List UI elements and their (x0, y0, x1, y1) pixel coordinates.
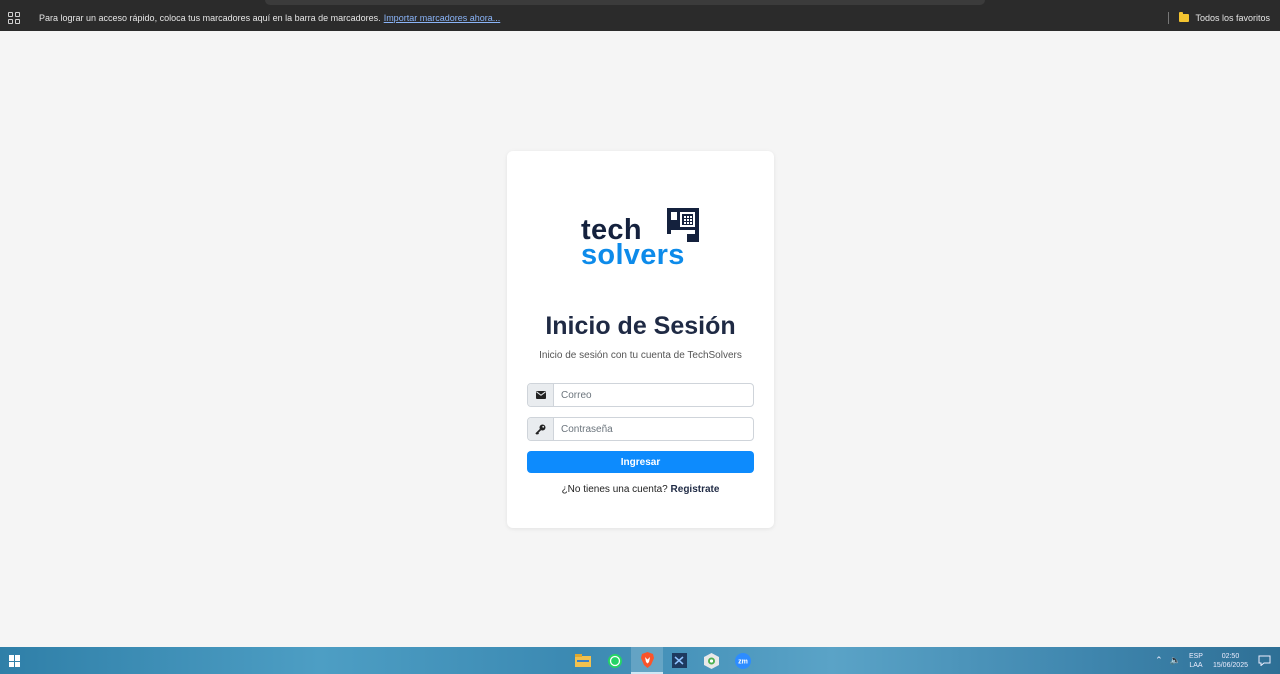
language-indicator[interactable]: ESP LAA (1189, 652, 1203, 670)
key-icon (535, 424, 546, 435)
bookmarks-bar: Para lograr un acceso rápido, coloca tus… (0, 6, 1280, 30)
notifications-icon[interactable] (1258, 655, 1271, 666)
email-addon (528, 384, 554, 406)
vscode-icon (671, 653, 687, 668)
chrome-dev-icon (703, 652, 719, 669)
techsolvers-logo: tech solvers (581, 208, 701, 271)
all-favorites-label: Todos los favoritos (1195, 13, 1270, 23)
logo-word-solvers: solvers (581, 239, 685, 271)
folder-icon (1179, 12, 1190, 22)
taskbar-apps: zm (567, 647, 759, 674)
taskbar-zoom[interactable]: zm (727, 647, 759, 674)
signup-prompt: ¿No tienes una cuenta? (561, 484, 668, 495)
address-bar-edge[interactable] (265, 0, 985, 5)
bookmarks-bar-message: Para lograr un acceso rápido, coloca tus… (39, 13, 501, 23)
import-bookmarks-link[interactable]: Importar marcadores ahora... (384, 13, 501, 23)
browser-chrome: Para lograr un acceso rápido, coloca tus… (0, 0, 1280, 31)
signup-row: ¿No tienes una cuenta? Registrate (507, 484, 774, 495)
zoom-label: zm (738, 658, 748, 665)
brave-icon (640, 651, 654, 668)
taskbar-whatsapp[interactable] (599, 647, 631, 674)
taskbar-file-explorer[interactable] (567, 647, 599, 674)
taskbar-brave[interactable] (631, 647, 663, 674)
bookmarks-divider (1168, 12, 1170, 24)
windows-start-icon[interactable] (9, 655, 21, 667)
keyboard-layout: LAA (1189, 661, 1203, 669)
windows-taskbar: zm ⌃ 🔈 ESP LAA 02:50 15/06/2025 (0, 647, 1280, 674)
page-subtitle: Inicio de sesión con tu cuenta de TechSo… (539, 350, 742, 361)
password-input[interactable] (554, 418, 753, 440)
all-favorites-button[interactable]: Todos los favoritos (1168, 6, 1270, 30)
clock-date: 15/06/2025 (1212, 661, 1248, 669)
chevron-up-icon[interactable]: ⌃ (1155, 655, 1163, 666)
taskbar-chrome-dev[interactable] (695, 647, 727, 674)
clock-time: 02:50 (1221, 652, 1240, 660)
language-code: ESP (1188, 652, 1203, 660)
speaker-icon[interactable]: 🔈 (1170, 655, 1181, 666)
login-submit-button[interactable]: Ingresar (527, 451, 754, 473)
email-field[interactable] (527, 383, 754, 407)
taskbar-vscode[interactable] (663, 647, 695, 674)
envelope-icon (535, 391, 546, 399)
clock[interactable]: 02:50 15/06/2025 (1213, 652, 1248, 670)
page-title: Inicio de Sesión (545, 312, 736, 340)
apps-grid-icon[interactable] (8, 12, 20, 24)
password-addon (528, 418, 554, 440)
logo-mark-icon (667, 208, 699, 242)
system-tray: ⌃ 🔈 ESP LAA 02:50 15/06/2025 (1155, 647, 1280, 674)
signup-link[interactable]: Registrate (671, 484, 720, 495)
zoom-icon: zm (735, 652, 751, 669)
whatsapp-icon (608, 653, 622, 668)
login-card: tech solvers Inicio de Sesión Inicio de … (507, 151, 774, 528)
email-input[interactable] (554, 384, 753, 406)
file-explorer-icon (575, 654, 591, 667)
password-field[interactable] (527, 417, 754, 441)
